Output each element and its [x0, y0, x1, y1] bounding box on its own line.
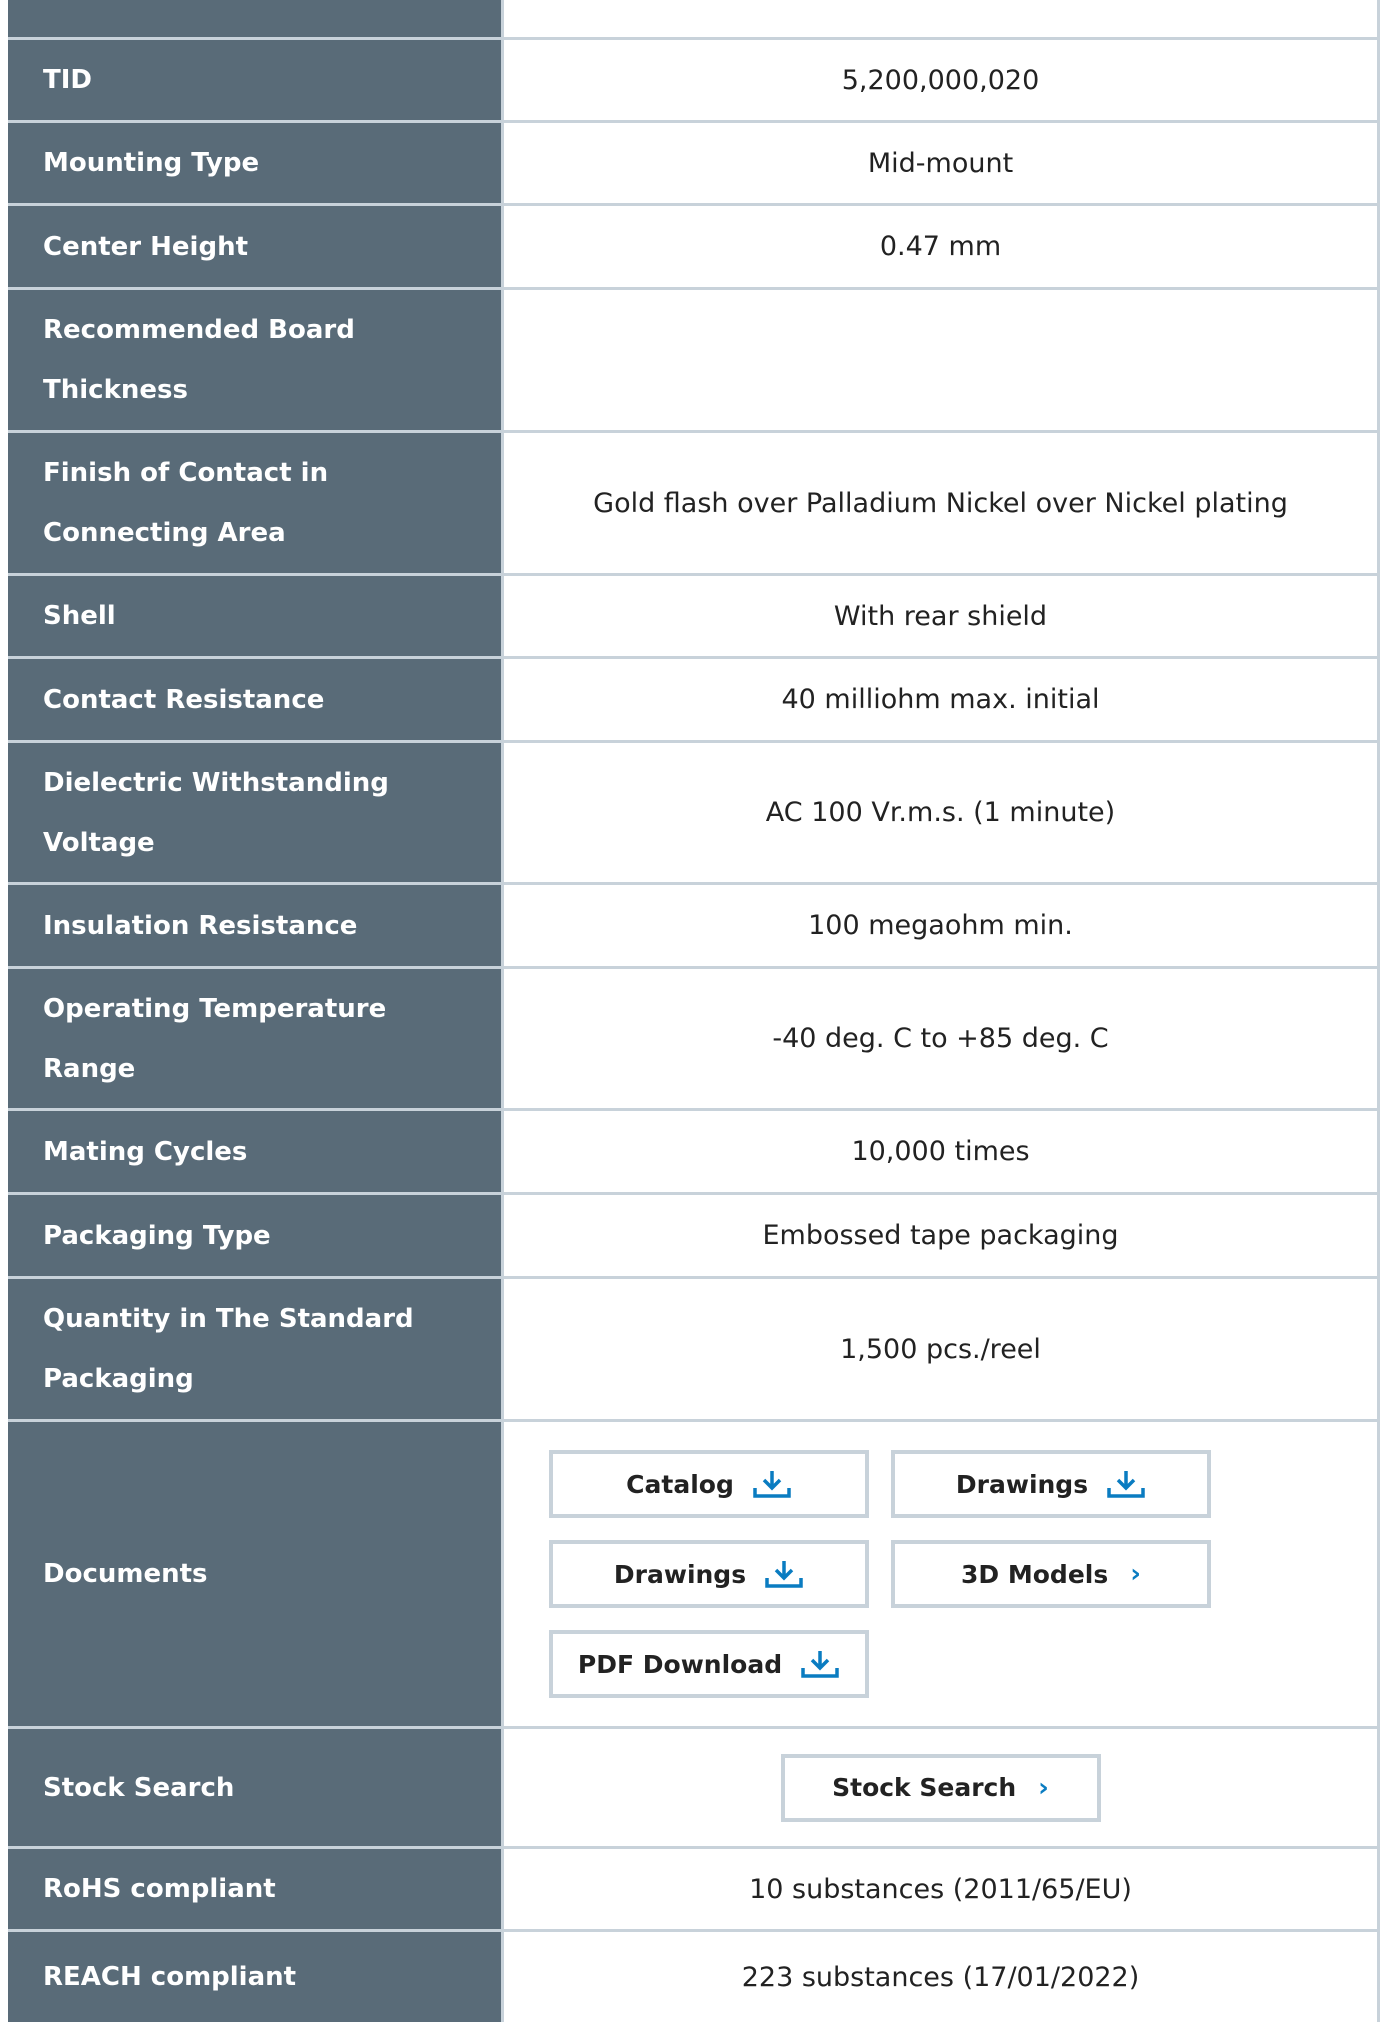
download-icon: [800, 1649, 840, 1679]
spec-label: Center Height: [8, 206, 501, 287]
spec-row-mating-cycles: Mating Cycles 10,000 times: [8, 1111, 1380, 1195]
button-label: Drawings: [613, 1559, 747, 1589]
spec-row-insulation-resistance: Insulation Resistance 100 megaohm min.: [8, 885, 1380, 969]
spec-label: Quantity in The Standard Packaging: [8, 1279, 501, 1419]
download-icon: [1106, 1469, 1146, 1499]
spec-row-contact-resistance: Contact Resistance 40 milliohm max. init…: [8, 659, 1380, 743]
spec-label: Contact Resistance: [8, 659, 501, 740]
spec-value: 5,200,000,020: [501, 40, 1380, 120]
spec-row-center-height: Center Height 0.47 mm: [8, 206, 1380, 290]
pdf-download-button[interactable]: PDF Download: [549, 1630, 869, 1698]
spec-label: RoHS compliant: [8, 1849, 501, 1929]
spec-row-packaging-type: Packaging Type Embossed tape packaging: [8, 1195, 1380, 1279]
spec-label-cell: [8, 0, 501, 37]
spec-label: Recommended Board Thickness: [8, 290, 501, 430]
chevron-right-icon: ›: [1130, 1559, 1141, 1589]
spec-label: Finish of Contact in Connecting Area: [8, 433, 501, 573]
spec-value: Embossed tape packaging: [501, 1195, 1380, 1276]
3d-models-button[interactable]: 3D Models ›: [891, 1540, 1211, 1608]
spec-label: Stock Search: [8, 1729, 501, 1846]
drawings-download-button[interactable]: Drawings: [891, 1450, 1211, 1518]
documents-cell: Catalog Drawings Drawings 3D Models › PD…: [501, 1422, 1380, 1726]
spec-label: Shell: [8, 576, 501, 656]
button-label: Drawings: [955, 1469, 1089, 1499]
spec-label: Mounting Type: [8, 123, 501, 203]
spec-value: 10,000 times: [501, 1111, 1380, 1192]
spec-label: Insulation Resistance: [8, 885, 501, 966]
chevron-right-icon: ›: [1038, 1772, 1049, 1803]
button-label: Catalog: [626, 1469, 734, 1499]
spec-row-documents: Documents Catalog Drawings Drawings 3D M…: [8, 1422, 1380, 1729]
spec-row-tid: TID 5,200,000,020: [8, 40, 1380, 123]
spec-row-stock-search: Stock Search Stock Search ›: [8, 1729, 1380, 1849]
drawings-download-button-2[interactable]: Drawings: [549, 1540, 869, 1608]
spec-value: -40 deg. C to +85 deg. C: [501, 969, 1380, 1108]
spec-label: REACH compliant: [8, 1932, 501, 2022]
button-label: PDF Download: [577, 1649, 783, 1679]
spec-value-cell: [501, 0, 1380, 37]
spec-value: Gold flash over Palladium Nickel over Ni…: [501, 433, 1380, 573]
spec-label: Dielectric Withstanding Voltage: [8, 743, 501, 882]
spec-value: 0.47 mm: [501, 206, 1380, 287]
spec-row-rohs: RoHS compliant 10 substances (2011/65/EU…: [8, 1849, 1380, 1932]
spec-table: TID 5,200,000,020 Mounting Type Mid-moun…: [8, 0, 1380, 2022]
documents-button-grid: Catalog Drawings Drawings 3D Models › PD…: [549, 1450, 1211, 1698]
spec-row-shell: Shell With rear shield: [8, 576, 1380, 659]
spec-value: [501, 290, 1380, 430]
button-label: 3D Models: [961, 1559, 1109, 1589]
spec-label: Operating Temperature Range: [8, 969, 501, 1108]
spec-row-contact-finish: Finish of Contact in Connecting Area Gol…: [8, 433, 1380, 576]
spec-row-standard-packaging-quantity: Quantity in The Standard Packaging 1,500…: [8, 1279, 1380, 1422]
catalog-download-button[interactable]: Catalog: [549, 1450, 869, 1518]
button-label: Stock Search: [832, 1773, 1017, 1802]
stock-search-button[interactable]: Stock Search ›: [780, 1753, 1101, 1822]
spec-value: AC 100 Vr.m.s. (1 minute): [501, 743, 1380, 882]
spec-row-dielectric-voltage: Dielectric Withstanding Voltage AC 100 V…: [8, 743, 1380, 885]
spec-label: Packaging Type: [8, 1195, 501, 1276]
stock-search-cell: Stock Search ›: [501, 1729, 1380, 1846]
spec-value: 1,500 pcs./reel: [501, 1279, 1380, 1419]
spec-value: 10 substances (2011/65/EU): [501, 1849, 1380, 1929]
spec-row-reach: REACH compliant 223 substances (17/01/20…: [8, 1932, 1380, 2022]
spec-value: With rear shield: [501, 576, 1380, 656]
spec-label: Mating Cycles: [8, 1111, 501, 1192]
spec-value: 40 milliohm max. initial: [501, 659, 1380, 740]
download-icon: [752, 1469, 792, 1499]
spec-value: Mid-mount: [501, 123, 1380, 203]
download-icon: [764, 1559, 804, 1589]
spec-label: TID: [8, 40, 501, 120]
spec-row-board-thickness: Recommended Board Thickness: [8, 290, 1380, 433]
spec-label: Documents: [8, 1422, 501, 1726]
spec-row-operating-temperature: Operating Temperature Range -40 deg. C t…: [8, 969, 1380, 1111]
spec-value: 100 megaohm min.: [501, 885, 1380, 966]
spec-row-top-partial: [8, 0, 1380, 40]
spec-row-mounting-type: Mounting Type Mid-mount: [8, 123, 1380, 206]
spec-value: 223 substances (17/01/2022): [501, 1932, 1380, 2022]
